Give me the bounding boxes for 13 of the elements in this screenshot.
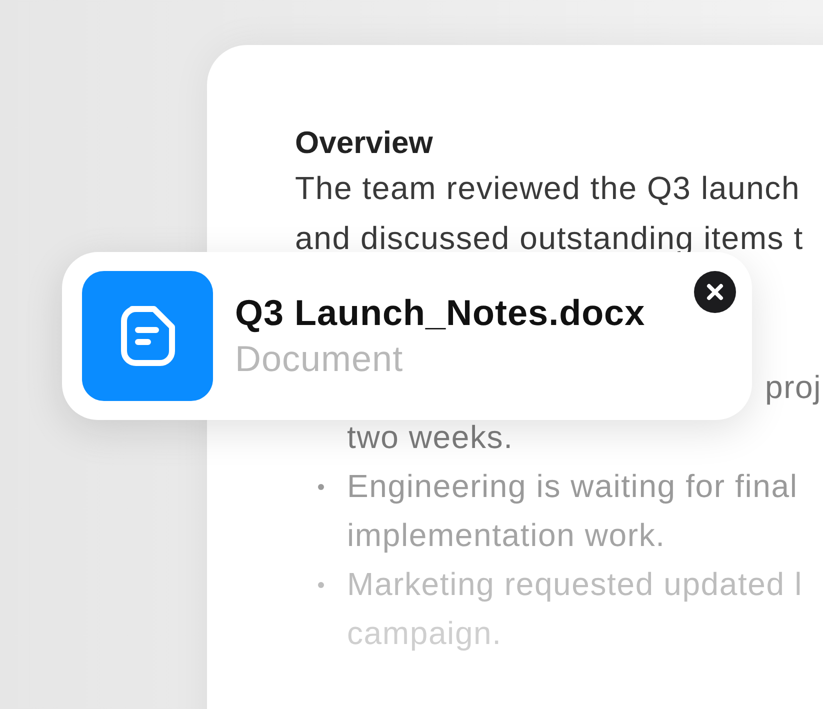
bullet-text-line: two weeks. [347, 419, 514, 455]
document-icon [82, 271, 213, 401]
close-button[interactable] [694, 271, 736, 313]
bullet-text-line: implementation work. [347, 517, 666, 553]
file-name: Q3 Launch_Notes.docx [235, 292, 646, 334]
paragraph-line: The team reviewed the Q3 launch [295, 169, 800, 208]
bullet-text-line: Marketing requested updated l [347, 566, 802, 602]
close-icon [706, 283, 724, 301]
bullet-text-line: proj [765, 369, 822, 405]
paragraph-line: and discussed outstanding items t [295, 219, 804, 258]
section-heading: Overview [295, 125, 433, 161]
bullet-text-line: Engineering is waiting for final [347, 468, 798, 504]
file-type: Document [235, 338, 404, 380]
